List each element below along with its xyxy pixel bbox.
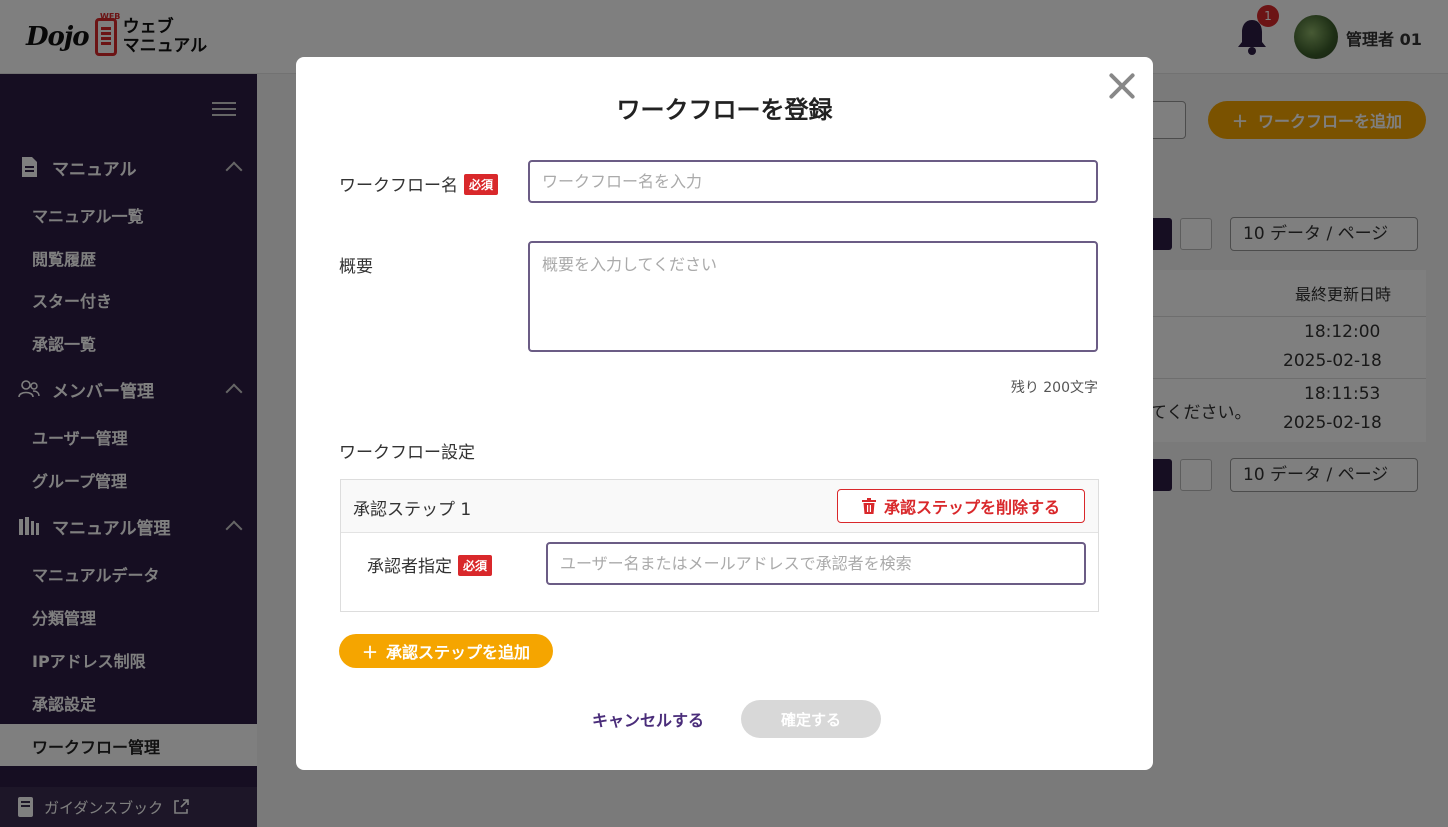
approval-step-label: 承認ステップ 1 xyxy=(353,500,472,520)
approval-step-card: 承認ステップ 1 承認ステップを削除する 承認者指定 必須 xyxy=(340,479,1099,612)
approver-label: 承認者指定 必須 xyxy=(367,552,493,577)
workflow-name-input[interactable] xyxy=(528,160,1098,203)
required-badge: 必須 xyxy=(458,555,493,576)
approver-label-text: 承認者指定 xyxy=(367,557,452,577)
workflow-settings-label: ワークフロー設定 xyxy=(339,443,475,463)
add-step-label: 承認ステップを追加 xyxy=(386,645,531,662)
add-step-button[interactable]: ＋ 承認ステップを追加 xyxy=(339,634,553,668)
workflow-name-label: ワークフロー名 必須 xyxy=(339,171,499,196)
cancel-button[interactable]: キャンセルする xyxy=(576,700,720,738)
character-counter: 残り 200文字 xyxy=(1010,380,1098,396)
delete-step-label: 承認ステップを削除する xyxy=(883,500,1060,517)
summary-textarea[interactable] xyxy=(528,241,1098,352)
confirm-button[interactable]: 確定する xyxy=(741,700,881,738)
workflow-name-label-text: ワークフロー名 xyxy=(339,176,458,196)
summary-label: 概要 xyxy=(339,257,373,277)
delete-step-button[interactable]: 承認ステップを削除する xyxy=(837,489,1085,523)
modal-title: ワークフローを登録 xyxy=(616,96,833,124)
plus-icon: ＋ xyxy=(361,645,378,662)
approval-step-header: 承認ステップ 1 承認ステップを削除する xyxy=(341,480,1098,533)
trash-icon xyxy=(861,498,876,514)
approver-search-input[interactable] xyxy=(546,542,1086,585)
register-workflow-modal: ワークフローを登録 ワークフロー名必須 概要 残り 200文字 ワークフロー設定… xyxy=(296,57,1153,770)
required-badge: 必須 xyxy=(464,174,499,195)
